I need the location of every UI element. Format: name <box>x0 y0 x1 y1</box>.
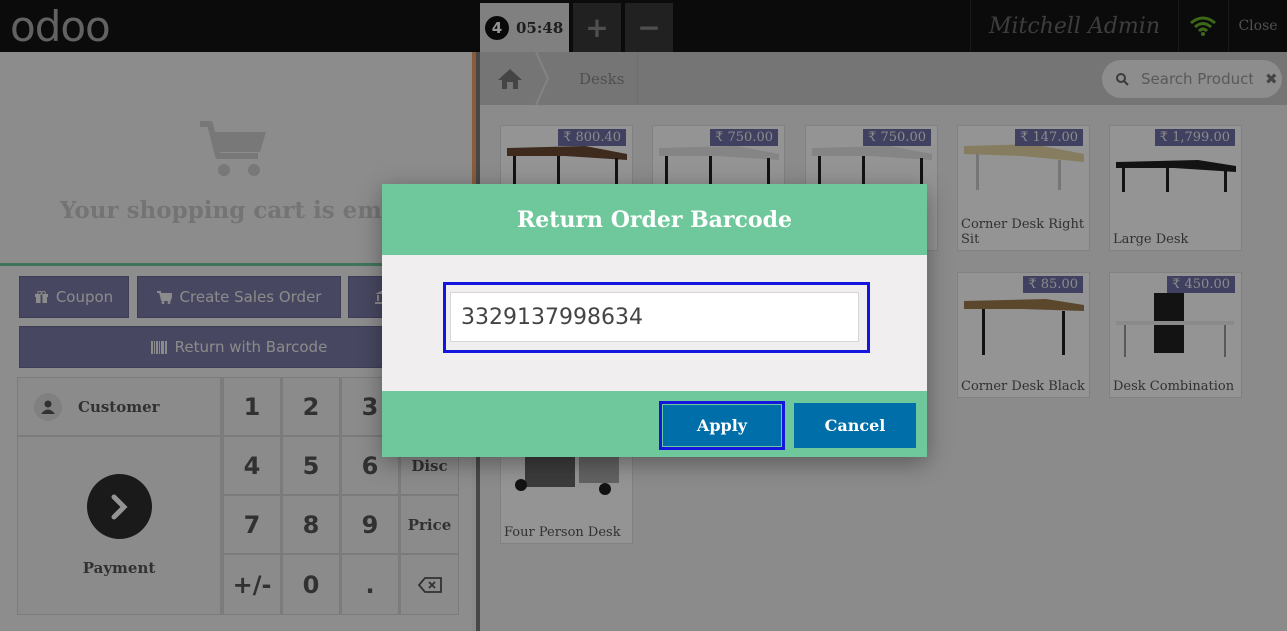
dialog-body <box>382 255 927 391</box>
apply-button[interactable]: Apply <box>663 405 781 446</box>
dialog-footer: Apply Cancel <box>382 391 927 457</box>
barcode-input[interactable] <box>450 292 859 342</box>
cancel-button[interactable]: Cancel <box>794 403 916 448</box>
return-order-barcode-dialog: Return Order Barcode Apply Cancel <box>382 184 927 457</box>
dialog-title: Return Order Barcode <box>382 184 927 255</box>
